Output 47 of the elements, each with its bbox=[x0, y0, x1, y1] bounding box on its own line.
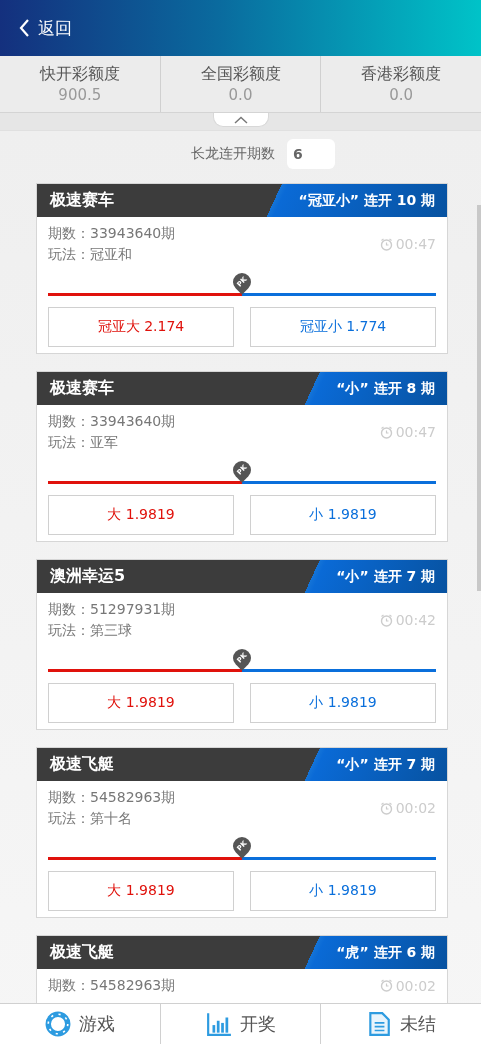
bet-button[interactable]: 大 1.9819 bbox=[48, 871, 234, 911]
bet-button[interactable]: 小 1.9819 bbox=[250, 495, 436, 535]
period-text: 期数：33943640期 bbox=[48, 224, 176, 243]
bet-button[interactable]: 冠亚大 2.174 bbox=[48, 307, 234, 347]
alarm-clock-icon bbox=[379, 237, 393, 251]
filter-label: 长龙连开期数 bbox=[191, 145, 275, 163]
life-ring-icon bbox=[44, 1011, 71, 1037]
period-text: 期数：51297931期 bbox=[48, 600, 176, 619]
bet-button[interactable]: 小 1.9819 bbox=[250, 683, 436, 723]
alarm-clock-icon bbox=[379, 425, 393, 439]
game-title: 极速赛车 bbox=[48, 190, 114, 211]
collapse-handle[interactable] bbox=[212, 113, 269, 127]
game-title: 极速飞艇 bbox=[48, 942, 114, 963]
bet-button[interactable]: 小 1.9819 bbox=[250, 871, 436, 911]
quota-value: 0.0 bbox=[389, 86, 414, 104]
streak-text: “虎” 连开 6 期 bbox=[336, 943, 435, 962]
back-button[interactable]: 返回 bbox=[14, 12, 76, 44]
alarm-clock-icon bbox=[379, 801, 393, 815]
play-text: 玩法：冠亚和 bbox=[48, 245, 133, 264]
alarm-clock-icon bbox=[379, 979, 393, 992]
bet-button[interactable]: 冠亚小 1.774 bbox=[250, 307, 436, 347]
quota-value: 900.5 bbox=[58, 86, 102, 104]
game-title: 极速赛车 bbox=[48, 378, 114, 399]
streak-text: “小” 连开 8 期 bbox=[336, 379, 435, 398]
period-text: 期数：54582963期 bbox=[48, 976, 176, 995]
period-text: 期数：33943640期 bbox=[48, 412, 176, 431]
game-title: 极速飞艇 bbox=[48, 754, 114, 775]
quota-label: 快开彩额度 bbox=[39, 64, 120, 85]
play-text: 玩法：亚军 bbox=[48, 433, 119, 452]
back-icon bbox=[18, 18, 30, 38]
streak-text: “小” 连开 7 期 bbox=[336, 567, 435, 586]
play-text: 玩法：第十名 bbox=[48, 809, 133, 828]
play-text: 玩法：第三球 bbox=[48, 621, 133, 640]
bar-chart-icon bbox=[205, 1011, 232, 1037]
bet-button[interactable]: 大 1.9819 bbox=[48, 495, 234, 535]
alarm-clock-icon bbox=[379, 613, 393, 627]
quota-value: 0.0 bbox=[228, 86, 253, 104]
quota-label: 全国彩额度 bbox=[200, 64, 281, 85]
quota-label: 香港彩额度 bbox=[361, 64, 442, 85]
streak-text: “小” 连开 7 期 bbox=[336, 755, 435, 774]
document-icon bbox=[366, 1011, 393, 1037]
chevron-up-icon bbox=[233, 115, 248, 124]
bet-button[interactable]: 大 1.9819 bbox=[48, 683, 234, 723]
input-field[interactable]: 6 bbox=[287, 139, 335, 169]
period-text: 期数：54582963期 bbox=[48, 788, 176, 807]
streak-text: “冠亚小” 连开 10 期 bbox=[298, 191, 435, 210]
game-title: 澳洲幸运5 bbox=[49, 566, 126, 587]
